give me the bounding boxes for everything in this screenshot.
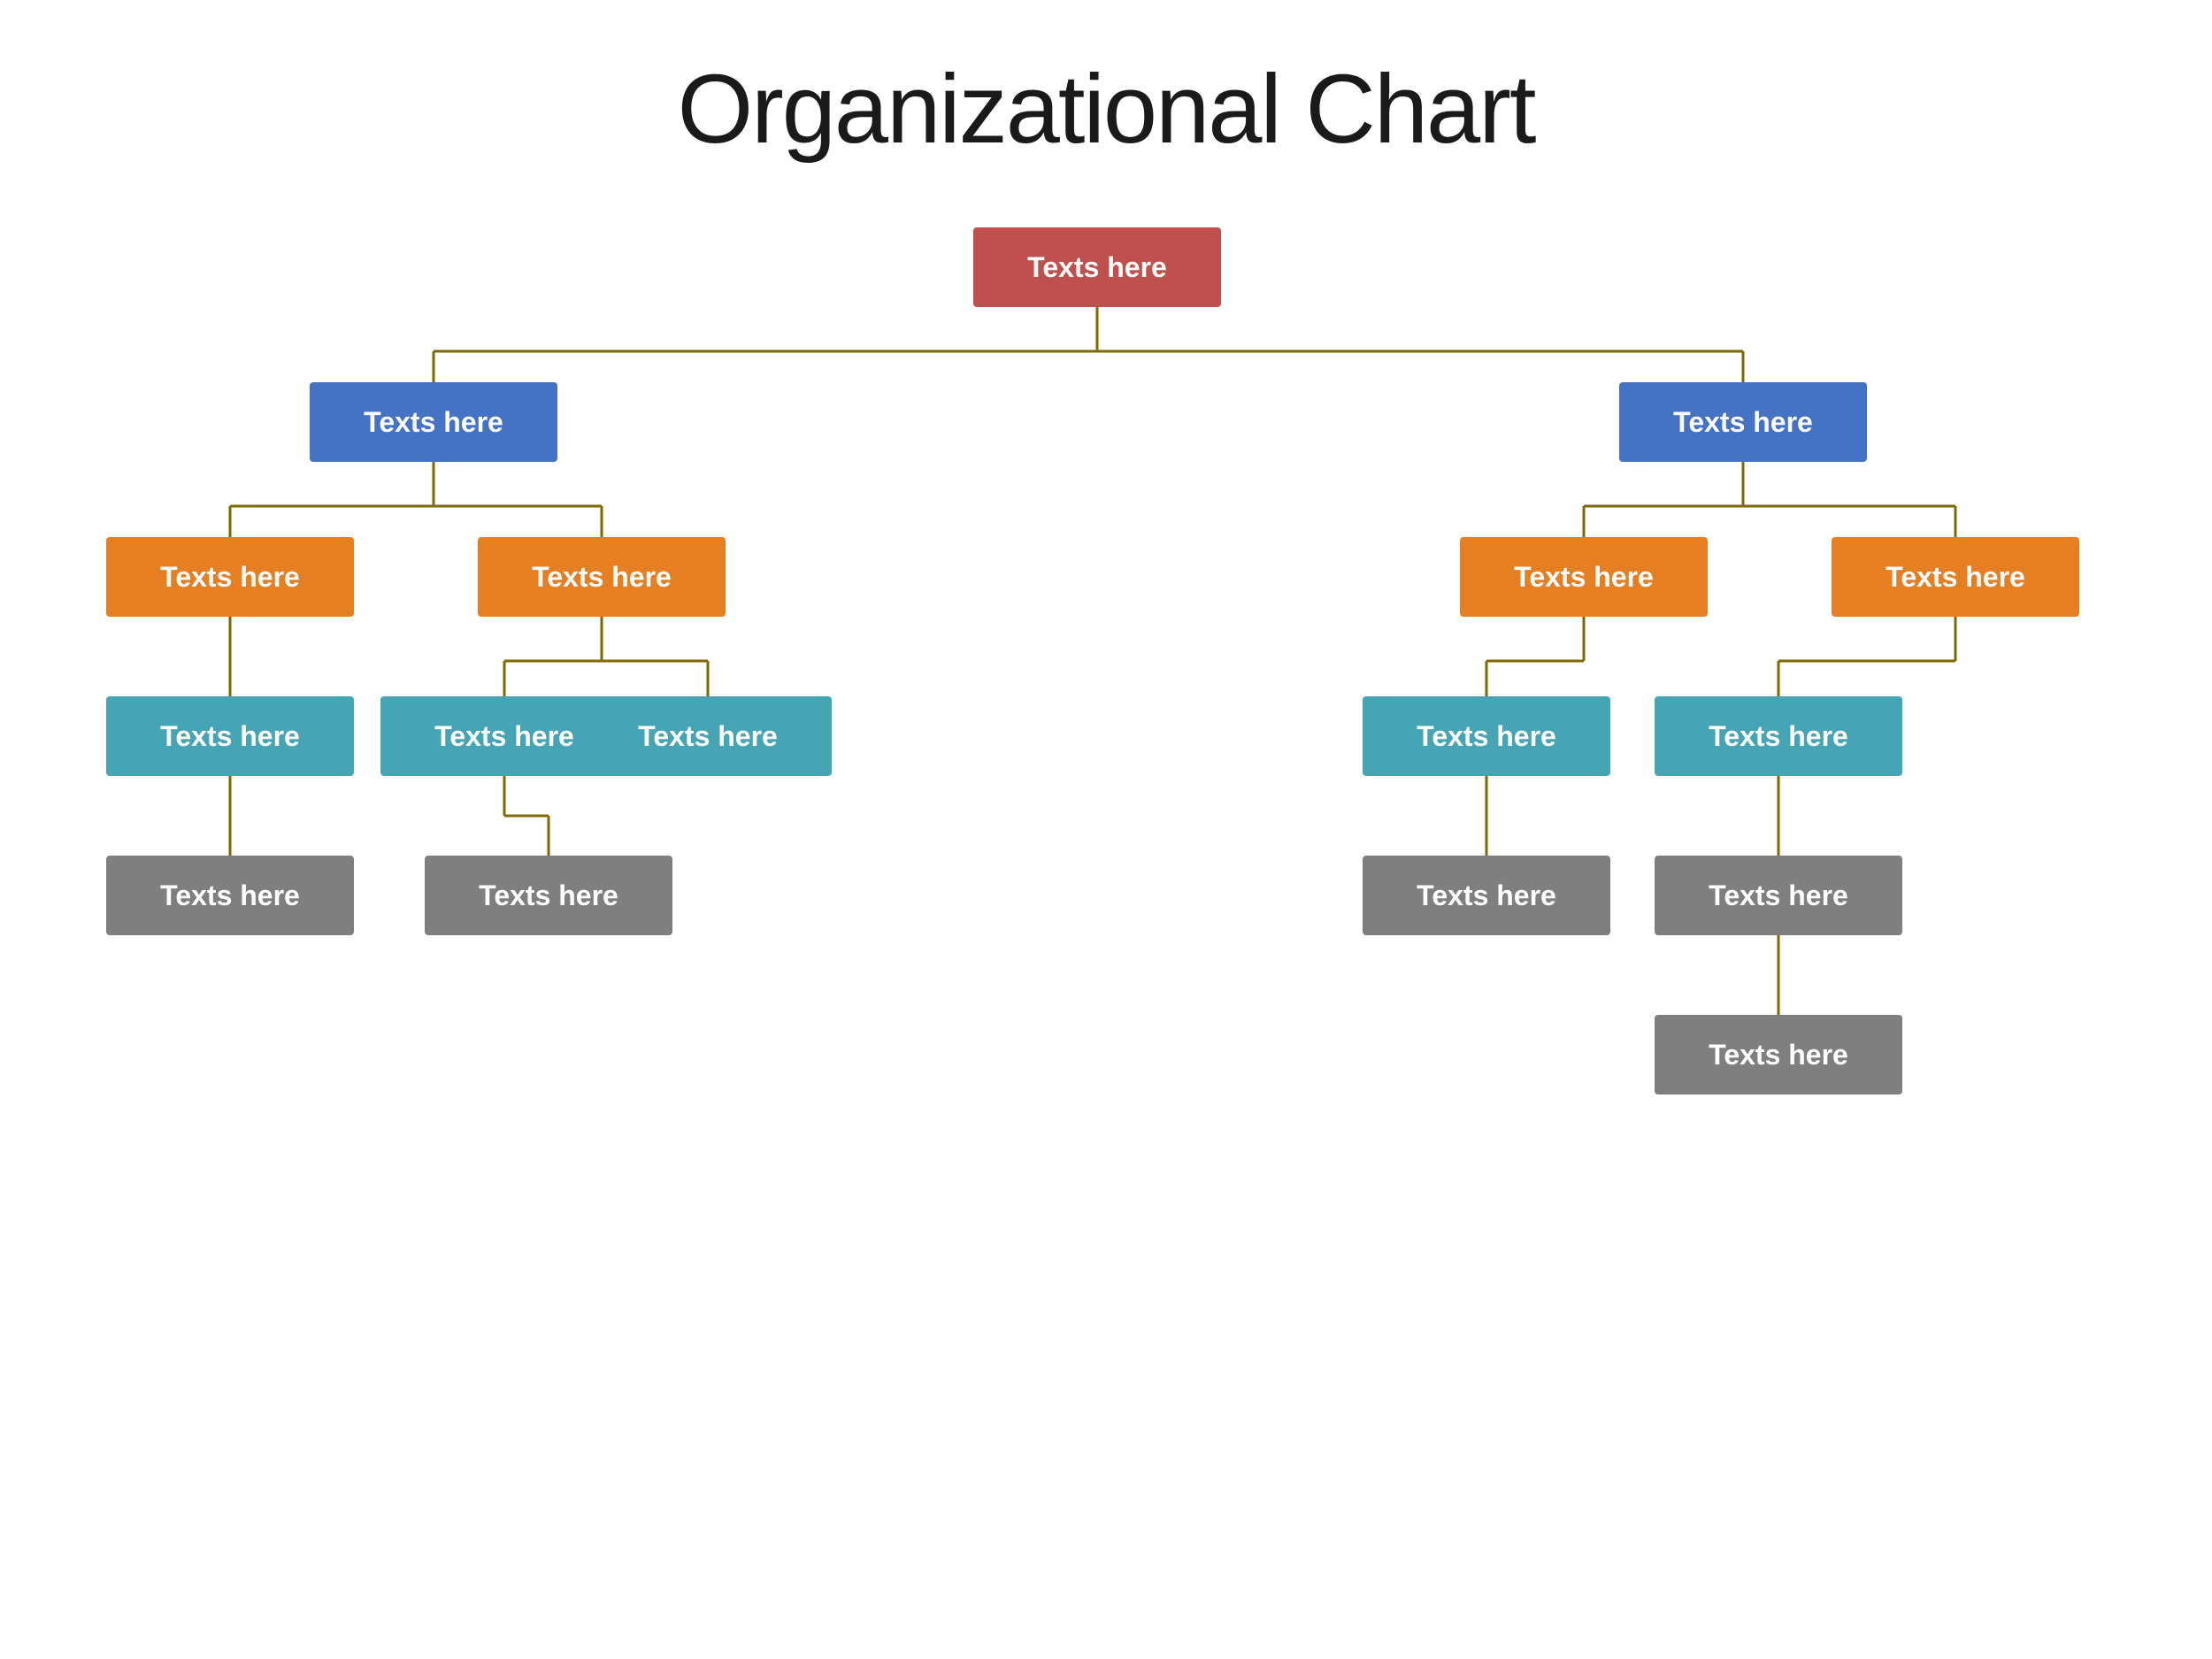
node-l1a: Texts here [310,382,557,462]
node-l3e: Texts here [1655,696,1902,776]
node-l2c: Texts here [1460,537,1708,617]
node-l3d: Texts here [1363,696,1610,776]
page-title: Organizational Chart [678,53,1535,165]
chart-area: Texts here Texts here Texts here Texts h… [44,219,2168,1659]
node-l2b: Texts here [478,537,726,617]
node-l3c: Texts here [584,696,832,776]
node-l4d: Texts here [1655,856,1902,935]
node-l4c: Texts here [1363,856,1610,935]
node-l1b: Texts here [1619,382,1867,462]
node-l3a: Texts here [106,696,354,776]
node-l2d: Texts here [1832,537,2079,617]
node-l4b: Texts here [425,856,672,935]
node-root: Texts here [973,227,1221,307]
node-l4a: Texts here [106,856,354,935]
node-l2a: Texts here [106,537,354,617]
node-l5a: Texts here [1655,1015,1902,1094]
